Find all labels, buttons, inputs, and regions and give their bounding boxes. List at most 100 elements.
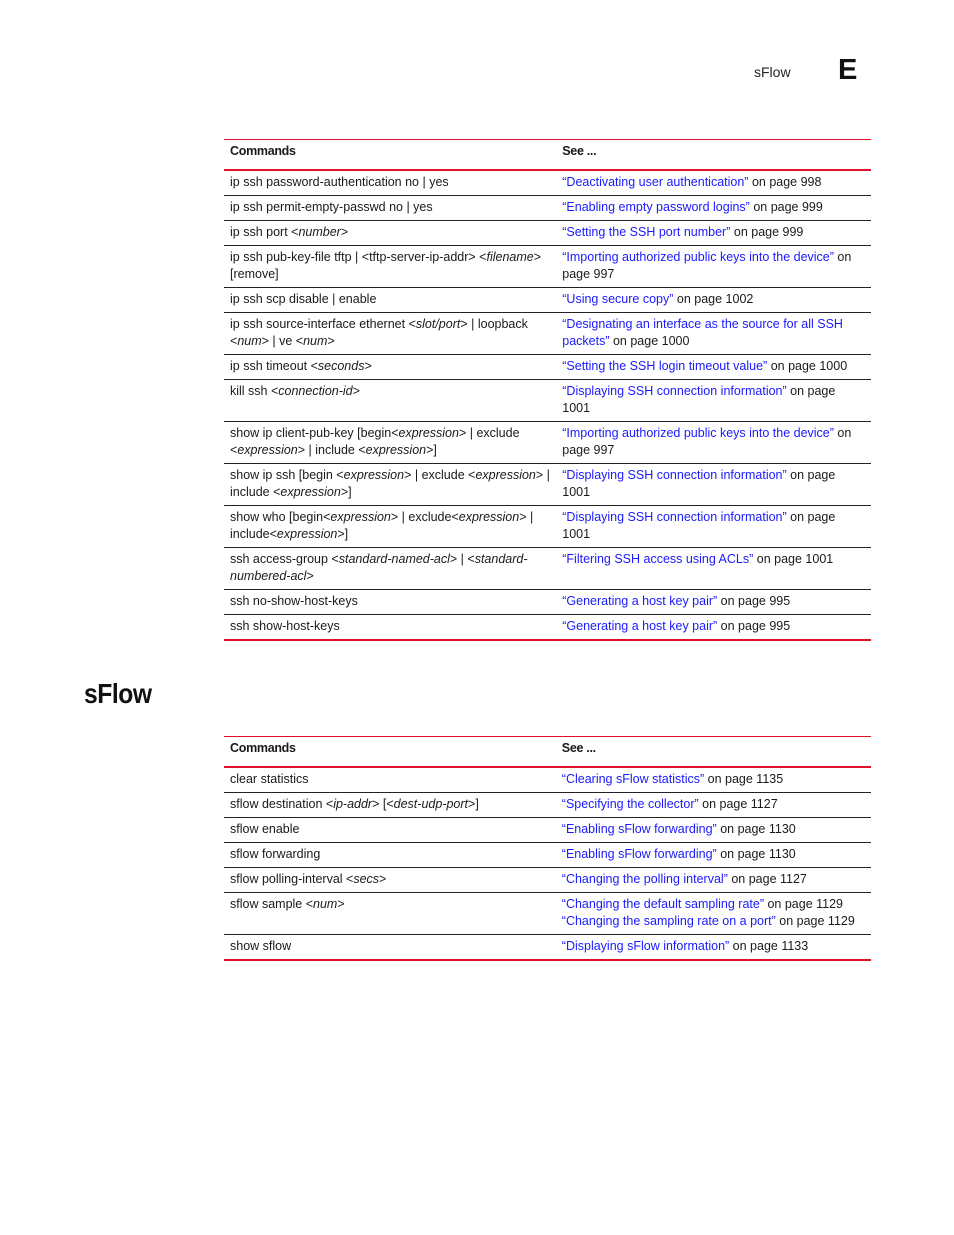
command-text: > | include < bbox=[297, 443, 366, 457]
reference-cell: “Changing the polling interval” on page … bbox=[555, 867, 871, 893]
command-text: ip ssh timeout < bbox=[230, 359, 318, 373]
reference-cell: “Generating a host key pair” on page 995 bbox=[556, 614, 871, 641]
command-cell: ip ssh port <number> bbox=[224, 220, 557, 246]
command-text: > [< bbox=[372, 797, 394, 811]
command-parameter: expression bbox=[458, 510, 520, 524]
table-row: sflow forwarding “Enabling sFlow forwardi… bbox=[224, 842, 871, 868]
command-text: ip ssh password-authentication no | yes bbox=[230, 175, 449, 189]
command-text: > bbox=[327, 334, 335, 348]
cross-reference-link[interactable]: “Specifying the collector” bbox=[562, 797, 699, 811]
cross-reference-link[interactable]: “Displaying SSH connection information” bbox=[562, 468, 786, 482]
command-cell: ssh show-host-keys bbox=[224, 614, 557, 641]
command-cell: sflow enable bbox=[224, 817, 556, 843]
cross-reference: “Changing the default sampling rate” on … bbox=[562, 896, 865, 913]
command-parameter: num bbox=[237, 334, 262, 348]
section-title-sflow: sFlow bbox=[84, 678, 152, 709]
table-row: sflow destination <ip-addr> [<dest-udp-p… bbox=[224, 792, 871, 818]
reference-cell: “Using secure copy” on page 1002 bbox=[556, 287, 871, 313]
command-text: >] bbox=[426, 443, 437, 457]
command-parameter: expression bbox=[365, 443, 427, 457]
reference-cell: “Enabling sFlow forwarding” on page 1130 bbox=[555, 817, 871, 843]
cross-reference: “Changing the polling interval” on page … bbox=[562, 871, 865, 888]
cross-reference-link[interactable]: “Displaying SSH connection information” bbox=[562, 384, 786, 398]
cross-reference: “Displaying SSH connection information” … bbox=[562, 509, 865, 543]
cross-reference: “Specifying the collector” on page 1127 bbox=[562, 796, 865, 813]
cross-reference: “Displaying SSH connection information” … bbox=[562, 467, 865, 501]
command-parameter: filename bbox=[486, 250, 534, 264]
page-reference: on page 1000 bbox=[609, 334, 690, 348]
command-text: > | exclude< bbox=[390, 510, 459, 524]
page-reference: on page 1127 bbox=[727, 872, 807, 886]
cross-reference-link[interactable]: “Using secure copy” bbox=[562, 292, 673, 306]
command-text: kill ssh < bbox=[230, 384, 279, 398]
command-parameter: expression bbox=[237, 443, 298, 457]
table-row: sflow enable “Enabling sFlow forwarding” … bbox=[224, 817, 871, 843]
cross-reference-link[interactable]: “Setting the SSH login timeout value” bbox=[562, 359, 767, 373]
table-row: ip ssh scp disable | enable “Using secure… bbox=[224, 287, 871, 313]
page-reference: on page 1130 bbox=[716, 822, 796, 836]
command-cell: ip ssh permit-empty-passwd no | yes bbox=[224, 195, 557, 221]
cross-reference-link[interactable]: “Enabling empty password logins” bbox=[562, 200, 750, 214]
cross-reference: “Displaying sFlow information” on page 1… bbox=[562, 938, 865, 955]
cross-reference-link[interactable]: “Enabling sFlow forwarding” bbox=[562, 847, 717, 861]
cross-reference-link[interactable]: “Displaying SSH connection information” bbox=[562, 510, 786, 524]
command-parameter: ip-addr bbox=[333, 797, 373, 811]
reference-cell: “Importing authorized public keys into t… bbox=[556, 245, 871, 288]
cross-reference-link[interactable]: “Importing authorized public keys into t… bbox=[562, 426, 834, 440]
cross-reference-link[interactable]: “Importing authorized public keys into t… bbox=[562, 250, 834, 264]
command-text: >] bbox=[468, 797, 479, 811]
cross-reference-link[interactable]: “Changing the default sampling rate” bbox=[562, 897, 764, 911]
page-reference: on page 1127 bbox=[698, 797, 778, 811]
cross-reference: “Importing authorized public keys into t… bbox=[562, 249, 865, 283]
command-text: >] bbox=[340, 485, 352, 499]
command-text: >] bbox=[337, 527, 349, 541]
command-parameter: expression bbox=[398, 426, 459, 440]
page-reference: on page 1129 bbox=[764, 897, 844, 911]
page-reference: on page 995 bbox=[717, 594, 791, 608]
table-row: ip ssh port <number> “Setting the SSH por… bbox=[224, 220, 871, 246]
command-parameter: num bbox=[313, 897, 338, 911]
cross-reference-link[interactable]: “Setting the SSH port number” bbox=[562, 225, 730, 239]
cross-reference-link[interactable]: “Displaying sFlow information” bbox=[562, 939, 729, 953]
command-cell: clear statistics bbox=[224, 767, 556, 793]
command-cell: ip ssh scp disable | enable bbox=[224, 287, 557, 313]
table-row: ssh no-show-host-keys “Generating a host … bbox=[224, 589, 871, 615]
table-row: kill ssh <connection-id> “Displaying SSH … bbox=[224, 379, 871, 422]
command-parameter: connection-id bbox=[278, 384, 353, 398]
reference-cell: “Designating an interface as the source … bbox=[556, 312, 871, 355]
cross-reference-link[interactable]: “Enabling sFlow forwarding” bbox=[562, 822, 717, 836]
cross-reference: “Deactivating user authentication” on pa… bbox=[562, 174, 865, 191]
command-text: > bbox=[306, 569, 314, 583]
command-text: sflow destination < bbox=[230, 797, 334, 811]
command-cell: sflow destination <ip-addr> [<dest-udp-p… bbox=[224, 792, 556, 818]
cross-reference: “Displaying SSH connection information” … bbox=[562, 383, 865, 417]
command-cell: show who [begin<expression> | exclude<ex… bbox=[224, 505, 557, 548]
command-text: ssh show-host-keys bbox=[230, 619, 340, 633]
cross-reference-link[interactable]: “Generating a host key pair” bbox=[562, 594, 717, 608]
cross-reference-link[interactable]: “Clearing sFlow statistics” bbox=[562, 772, 704, 786]
cross-reference-link[interactable]: “Changing the sampling rate on a port” bbox=[562, 914, 776, 928]
cross-reference-link[interactable]: “Filtering SSH access using ACLs” bbox=[562, 552, 753, 566]
command-cell: sflow polling-interval <secs> bbox=[224, 867, 556, 893]
table-row: ip ssh source-interface ethernet <slot/p… bbox=[224, 312, 871, 355]
cross-reference-link[interactable]: “Deactivating user authentication” bbox=[562, 175, 748, 189]
page-reference: on page 1001 bbox=[753, 552, 834, 566]
command-text: show sflow bbox=[230, 939, 292, 953]
table-header-row: Commands See ... bbox=[224, 736, 871, 768]
page-reference: on page 1133 bbox=[729, 939, 809, 953]
cross-reference-link[interactable]: “Designating an interface as the source … bbox=[562, 317, 843, 348]
command-parameter: expression bbox=[276, 527, 338, 541]
cross-reference-link[interactable]: “Changing the polling interval” bbox=[562, 872, 728, 886]
command-cell: show ip ssh [begin <expression> | exclud… bbox=[224, 463, 557, 506]
page-reference: on page 1000 bbox=[767, 359, 848, 373]
command-text: show who [begin< bbox=[230, 510, 331, 524]
table-row: show who [begin<expression> | exclude<ex… bbox=[224, 505, 871, 548]
table-row: ssh access-group <standard-named-acl> | … bbox=[224, 547, 871, 590]
command-text: ip ssh source-interface ethernet < bbox=[230, 317, 416, 331]
command-text: sflow sample < bbox=[230, 897, 314, 911]
reference-cell: “Deactivating user authentication” on pa… bbox=[556, 170, 871, 196]
command-parameter: expression bbox=[330, 510, 391, 524]
cross-reference-link[interactable]: “Generating a host key pair” bbox=[562, 619, 717, 633]
cross-reference: “Generating a host key pair” on page 995 bbox=[562, 593, 865, 610]
cross-reference: “Generating a host key pair” on page 995 bbox=[562, 618, 865, 635]
